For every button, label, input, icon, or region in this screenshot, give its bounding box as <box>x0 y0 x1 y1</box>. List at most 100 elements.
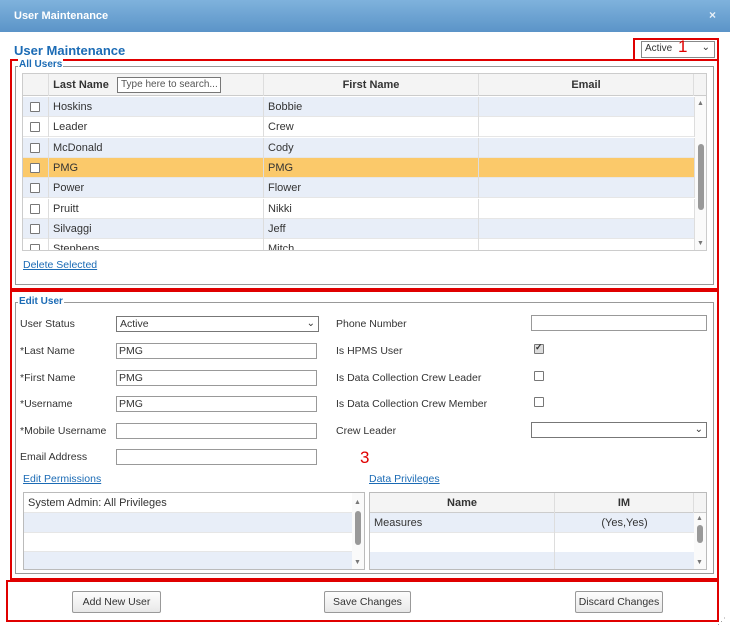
table-row[interactable]: PMG PMG <box>23 157 695 178</box>
all-users-legend: All Users <box>18 59 64 70</box>
scroll-down-icon[interactable]: ▼ <box>354 559 361 566</box>
last-name-field[interactable]: PMG <box>116 343 317 359</box>
scrollbar-thumb[interactable] <box>355 511 361 545</box>
annotation-label-1: 1 <box>678 37 688 56</box>
permissions-list: System Admin: All Privileges ▲ ▼ <box>23 492 365 570</box>
row-checkbox[interactable] <box>30 223 40 234</box>
permission-text: System Admin: All Privileges <box>28 497 167 509</box>
discard-changes-button[interactable]: Discard Changes <box>575 591 663 613</box>
table-row[interactable] <box>370 552 694 569</box>
last-name-cell: Power <box>49 178 264 199</box>
scroll-up-icon[interactable]: ▲ <box>697 100 704 107</box>
crew-leader-select[interactable]: ⌄ <box>531 422 707 438</box>
data-privileges-link[interactable]: Data Privileges <box>369 473 440 485</box>
last-name-cell: Silvaggi <box>49 218 264 239</box>
header-email[interactable]: Email <box>479 74 694 96</box>
row-checkbox-cell <box>23 239 49 250</box>
edit-user-legend: Edit User <box>18 296 64 307</box>
table-row[interactable]: Hoskins Bobbie <box>23 97 695 117</box>
username-label: *Username <box>20 398 73 410</box>
privileges-scrollbar[interactable]: ▲ ▼ <box>694 513 706 569</box>
mobile-username-field[interactable] <box>116 423 317 439</box>
table-row[interactable]: Silvaggi Jeff <box>23 218 695 239</box>
add-new-user-button[interactable]: Add New User <box>72 591 161 613</box>
is-hpms-checkbox[interactable] <box>534 342 544 354</box>
table-row[interactable]: Leader Crew <box>23 117 695 138</box>
email-cell <box>479 239 695 250</box>
last-name-cell: Leader <box>49 117 264 138</box>
privilege-name-cell <box>370 552 555 569</box>
email-cell <box>479 117 695 138</box>
row-checkbox[interactable] <box>30 203 40 214</box>
header-last-name[interactable]: Last Name <box>49 74 113 96</box>
row-checkbox[interactable] <box>30 162 40 173</box>
first-name-field[interactable]: PMG <box>116 370 317 386</box>
users-grid: Last Name Type here to search... First N… <box>22 73 707 251</box>
first-name-cell: Crew <box>264 117 479 138</box>
list-item[interactable] <box>24 551 352 569</box>
table-row[interactable]: Power Flower <box>23 178 695 199</box>
scroll-down-icon[interactable]: ▼ <box>697 240 704 247</box>
window-title: User Maintenance <box>14 10 109 22</box>
table-row[interactable]: Stephens Mitch <box>23 239 695 250</box>
users-grid-scrollbar[interactable]: ▲ ▼ <box>695 96 706 250</box>
row-checkbox-cell <box>23 157 49 178</box>
email-cell <box>479 97 695 117</box>
email-field[interactable] <box>116 449 317 465</box>
row-checkbox-cell <box>23 178 49 199</box>
row-checkbox[interactable] <box>30 244 40 250</box>
row-checkbox[interactable] <box>30 102 40 112</box>
username-field[interactable]: PMG <box>116 396 317 412</box>
window-titlebar: User Maintenance × <box>0 0 730 32</box>
delete-selected-link[interactable]: Delete Selected <box>23 259 97 271</box>
privilege-im-cell <box>555 533 694 553</box>
header-first-name[interactable]: First Name <box>264 74 479 96</box>
header-spacer <box>113 74 264 96</box>
privilege-im-cell: (Yes,Yes) <box>601 517 648 529</box>
phone-field[interactable] <box>531 315 707 331</box>
chevron-down-icon: ⌄ <box>694 424 703 435</box>
list-item[interactable] <box>24 512 352 533</box>
is-crew-leader-checkbox[interactable] <box>534 371 544 381</box>
table-row[interactable]: McDonald Cody <box>23 137 695 158</box>
email-cell <box>479 157 695 178</box>
is-hpms-label: Is HPMS User <box>336 345 403 357</box>
user-status-select[interactable]: Active ⌄ <box>116 316 319 332</box>
last-name-cell: PMG <box>49 157 264 178</box>
list-item[interactable]: System Admin: All Privileges <box>24 493 352 513</box>
is-crew-member-checkbox[interactable] <box>534 397 544 407</box>
list-item[interactable] <box>24 532 352 552</box>
header-im[interactable]: IM <box>555 493 694 513</box>
email-cell <box>479 218 695 239</box>
resize-grip-icon[interactable]: ⋰ <box>717 616 726 627</box>
save-changes-button[interactable]: Save Changes <box>324 591 411 613</box>
privileges-grid-header: Name IM <box>370 493 706 513</box>
row-checkbox-cell <box>23 198 49 219</box>
table-row[interactable]: Measures (Yes,Yes) <box>370 513 694 533</box>
last-name-cell: Hoskins <box>49 97 264 117</box>
scroll-up-icon[interactable]: ▲ <box>696 515 703 522</box>
is-crew-leader-label: Is Data Collection Crew Leader <box>336 372 482 384</box>
row-checkbox[interactable] <box>30 183 40 194</box>
first-name-label: *First Name <box>20 372 76 384</box>
header-checkbox-cell <box>23 74 49 96</box>
scroll-down-icon[interactable]: ▼ <box>696 559 703 566</box>
header-name[interactable]: Name <box>370 493 555 513</box>
scrollbar-thumb[interactable] <box>698 144 704 210</box>
row-checkbox-cell <box>23 218 49 239</box>
scrollbar-thumb[interactable] <box>697 525 703 543</box>
first-name-cell: Flower <box>264 178 479 199</box>
phone-label: Phone Number <box>336 318 407 330</box>
first-name-cell: Mitch <box>264 239 479 250</box>
edit-permissions-link[interactable]: Edit Permissions <box>23 473 101 485</box>
row-checkbox[interactable] <box>30 122 40 133</box>
permissions-scrollbar[interactable]: ▲ ▼ <box>352 493 364 569</box>
row-checkbox[interactable] <box>30 142 40 153</box>
table-row[interactable]: Pruitt Nikki <box>23 198 695 219</box>
crew-leader-label: Crew Leader <box>336 425 397 437</box>
email-cell <box>479 137 695 158</box>
privilege-name-cell <box>370 532 555 553</box>
close-icon[interactable]: × <box>709 8 716 22</box>
table-row[interactable] <box>370 532 694 553</box>
scroll-up-icon[interactable]: ▲ <box>354 499 361 506</box>
